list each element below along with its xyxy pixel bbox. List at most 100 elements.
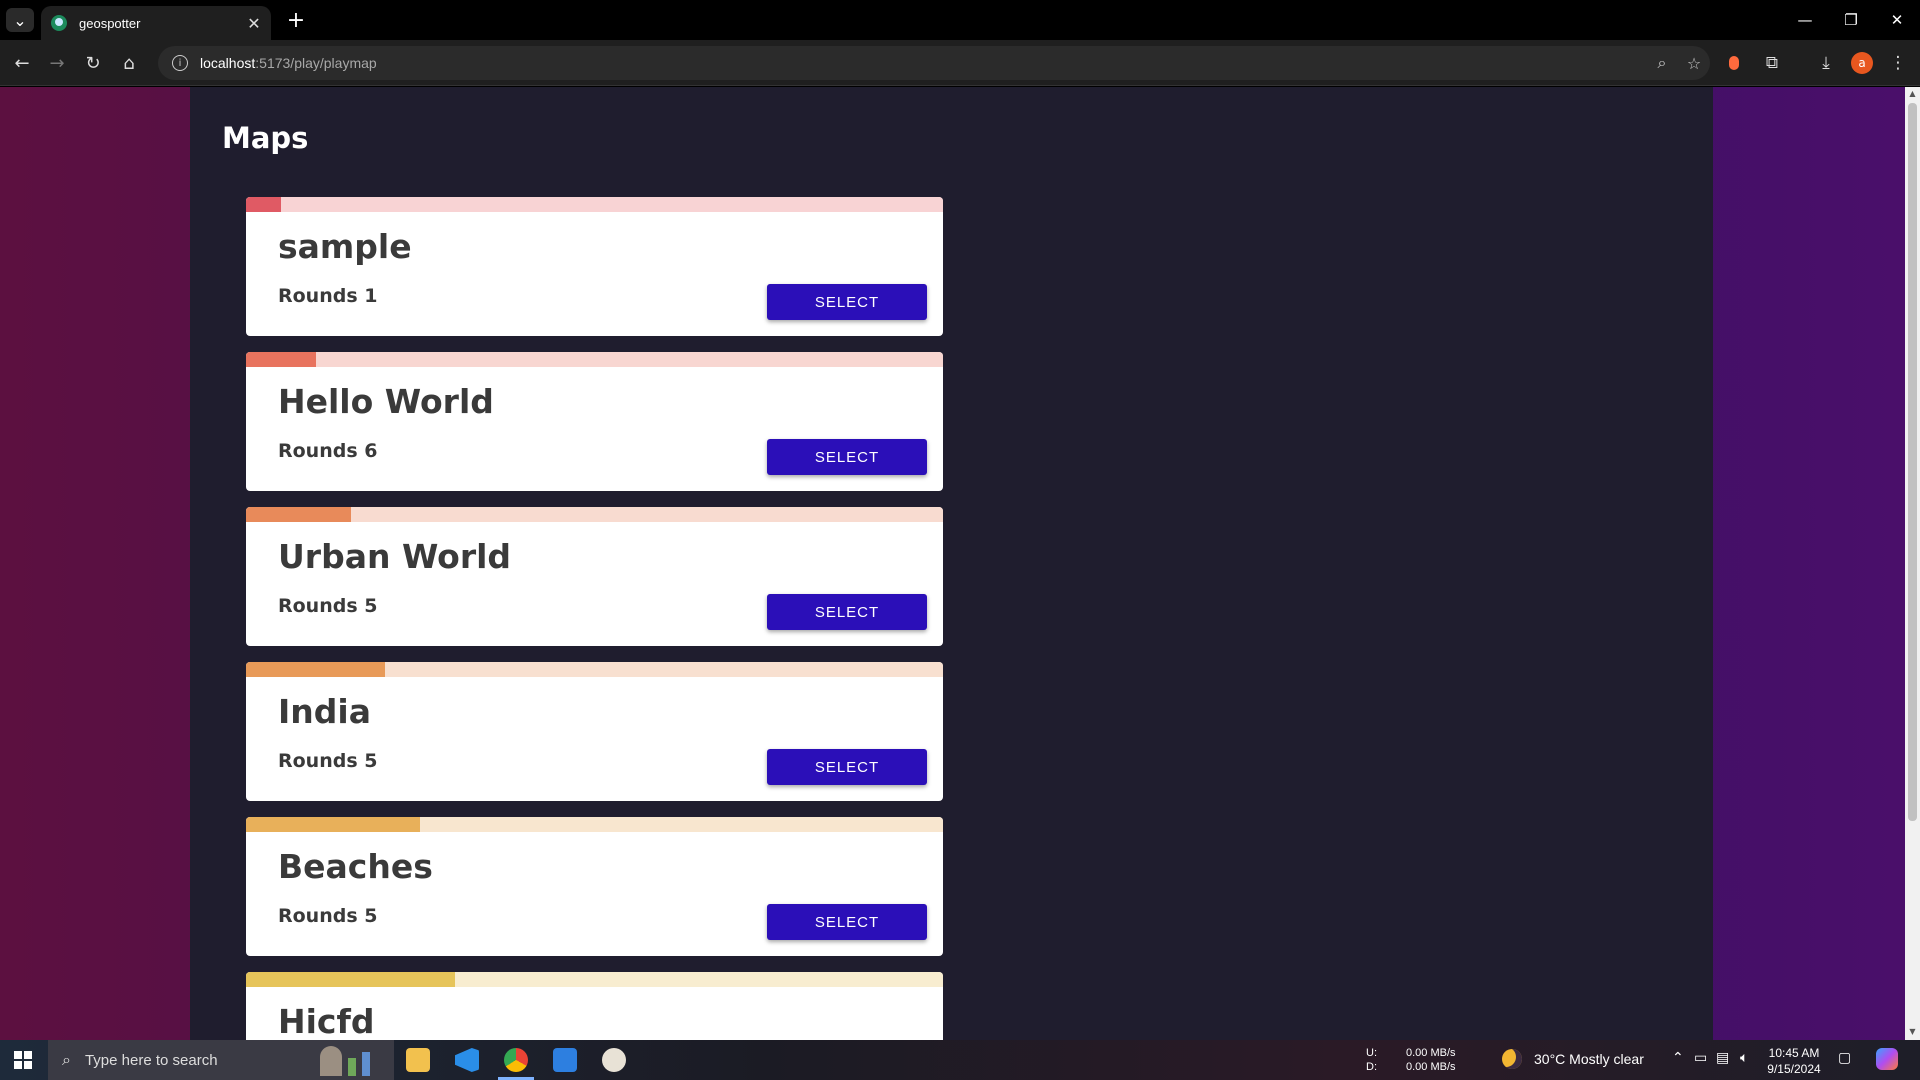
more-menu-icon[interactable]: ⋮ [1884, 49, 1912, 77]
map-card: Urban World Rounds 5 SELECT [246, 507, 943, 646]
app-icon [553, 1048, 577, 1072]
select-map-button[interactable]: SELECT [767, 439, 927, 475]
map-progress-bar [246, 352, 943, 367]
tab-search-button[interactable]: ⌄ [6, 8, 34, 32]
home-icon: ⌂ [123, 52, 135, 74]
zoom-icon[interactable]: ⌕ [1646, 53, 1678, 73]
main-content: Maps sample Rounds 1 SELECT Hello World Roun… [190, 87, 1713, 1040]
browser-tab-bar: ⌄ geospotter ✕ + — ❐ ✕ [0, 0, 1920, 40]
scroll-up-icon[interactable]: ▲ [1908, 89, 1917, 99]
globe-favicon-icon [51, 15, 67, 31]
select-map-button[interactable]: SELECT [767, 594, 927, 630]
select-map-button[interactable]: SELECT [767, 284, 927, 320]
taskbar-chrome[interactable] [492, 1040, 540, 1080]
moon-weather-icon[interactable] [1502, 1049, 1522, 1073]
map-rounds: Rounds 5 [278, 905, 378, 927]
forward-button[interactable]: → [43, 49, 71, 77]
home-button[interactable]: ⌂ [115, 49, 143, 77]
browser-tab[interactable]: geospotter ✕ [41, 6, 271, 40]
map-card: Beaches Rounds 5 SELECT [246, 817, 943, 956]
net-up-speed: 0.00 MB/s [1406, 1047, 1456, 1059]
net-down-speed: 0.00 MB/s [1406, 1061, 1456, 1073]
taskbar-file-explorer[interactable] [394, 1040, 442, 1080]
tab-title: geospotter [79, 15, 141, 31]
map-name: Beaches [278, 847, 433, 886]
restore-icon: ❐ [1844, 11, 1858, 29]
clock-date: 9/15/2024 [1767, 1062, 1821, 1076]
address-bar[interactable]: i localhost:5173/play/playmap ⌕ ☆ [158, 46, 1710, 80]
taskbar-app-blue[interactable] [541, 1040, 589, 1080]
clock[interactable]: 10:45 AM 9/15/2024 [1764, 1045, 1824, 1077]
extensions-puzzle-icon[interactable]: ⧉ [1758, 49, 1786, 77]
map-rounds: Rounds 5 [278, 750, 378, 772]
paint-icon [602, 1048, 626, 1072]
profile-button[interactable]: a [1848, 49, 1876, 77]
taskbar-vscode[interactable] [443, 1040, 491, 1080]
close-window-button[interactable]: ✕ [1874, 6, 1920, 34]
windows-logo-icon [14, 1051, 32, 1069]
weather-text[interactable]: 30°C Mostly clear [1534, 1052, 1644, 1066]
clock-time: 10:45 AM [1768, 1046, 1820, 1060]
url-text: localhost:5173/play/playmap [200, 55, 1646, 71]
search-placeholder: Type here to search [84, 1051, 218, 1069]
url-path: :5173/play/playmap [255, 55, 377, 71]
windows-taskbar: ⌕ Type here to search U: D: 0.00 MB/s 0.… [0, 1040, 1920, 1080]
map-name: Urban World [278, 537, 512, 576]
arrow-left-icon: ← [14, 52, 30, 74]
restore-button[interactable]: ❐ [1828, 6, 1874, 34]
map-progress-bar [246, 817, 943, 832]
map-name: India [278, 692, 371, 731]
map-card: HicfdSELECT [246, 972, 943, 1040]
map-progress-fill [246, 662, 386, 677]
download-icon[interactable]: ⤓ [1812, 49, 1840, 77]
page-title: Maps [222, 121, 309, 155]
reload-button[interactable]: ↻ [79, 49, 107, 77]
chrome-icon [504, 1048, 528, 1072]
folder-icon [406, 1048, 430, 1072]
map-progress-bar [246, 662, 943, 677]
search-icon: ⌕ [62, 1050, 71, 1069]
extension-icon[interactable] [1720, 49, 1748, 77]
site-info-icon[interactable]: i [172, 55, 188, 71]
map-name: sample [278, 227, 412, 266]
notification-icon[interactable]: ▢ [1838, 1050, 1851, 1066]
copilot-icon[interactable] [1876, 1048, 1898, 1074]
meet-icon[interactable]: ▭ [1694, 1050, 1707, 1066]
chevron-up-icon[interactable]: ⌃ [1672, 1050, 1684, 1066]
back-button[interactable]: ← [8, 49, 36, 77]
map-card: sample Rounds 1 SELECT [246, 197, 943, 336]
page-scrollbar[interactable]: ▲ ▼ [1905, 87, 1920, 1040]
map-progress-bar [246, 972, 943, 987]
map-progress-fill [246, 972, 456, 987]
map-card: Hello World Rounds 6 SELECT [246, 352, 943, 491]
map-rounds: Rounds 6 [278, 440, 378, 462]
minimize-icon: — [1797, 11, 1813, 29]
taskbar-search[interactable]: ⌕ Type here to search [48, 1040, 394, 1080]
chevron-down-icon: ⌄ [13, 10, 27, 30]
volume-icon[interactable]: 🔈︎ [1740, 1050, 1748, 1066]
extension-badge [1729, 56, 1739, 70]
net-up-label: U: [1366, 1047, 1377, 1059]
close-tab-icon[interactable]: ✕ [243, 14, 265, 33]
arrow-right-icon: → [49, 52, 65, 74]
avatar: a [1851, 52, 1873, 74]
select-map-button[interactable]: SELECT [767, 749, 927, 785]
minimize-button[interactable]: — [1782, 6, 1828, 34]
network-icon[interactable]: ▤ [1716, 1050, 1729, 1066]
new-tab-button[interactable]: + [282, 8, 310, 33]
map-card: India Rounds 5 SELECT [246, 662, 943, 801]
start-button[interactable] [0, 1040, 46, 1080]
taskbar-app-paint[interactable] [590, 1040, 638, 1080]
map-progress-fill [246, 507, 351, 522]
scroll-down-icon[interactable]: ▼ [1908, 1027, 1917, 1037]
vscode-icon [455, 1048, 479, 1072]
star-icon[interactable]: ☆ [1678, 54, 1710, 73]
page-viewport: Maps sample Rounds 1 SELECT Hello World Roun… [0, 87, 1905, 1040]
scrollbar-thumb[interactable] [1908, 103, 1917, 821]
browser-toolbar: ← → ↻ ⌂ i localhost:5173/play/playmap ⌕ … [0, 40, 1920, 86]
map-name: Hello World [278, 382, 494, 421]
net-down-label: D: [1366, 1061, 1377, 1073]
map-name: Hicfd [278, 1002, 375, 1040]
reload-icon: ↻ [85, 52, 101, 74]
select-map-button[interactable]: SELECT [767, 904, 927, 940]
